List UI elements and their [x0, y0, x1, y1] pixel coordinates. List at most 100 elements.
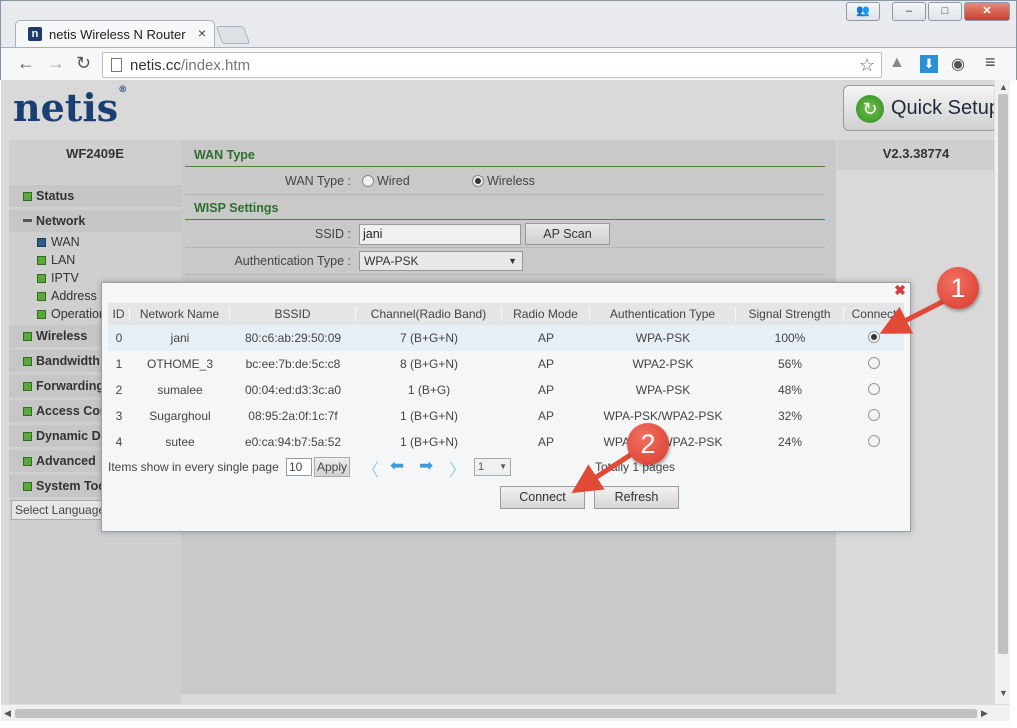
cell-channel: 1 (B+G+N)	[399, 435, 459, 449]
menu-icon[interactable]: ≡	[985, 52, 996, 73]
scrollbar-thumb[interactable]	[15, 709, 977, 718]
cell-radio-mode: AP	[537, 383, 554, 397]
quick-setup-label: Quick Setup	[891, 97, 994, 119]
cell-connect	[844, 435, 904, 450]
forward-arrow-icon[interactable]: →	[47, 53, 65, 74]
cell-bssid: bc:ee:7b:de:5c:c8	[245, 357, 341, 371]
address-bar[interactable]: netis.cc/index.htm ☆	[102, 52, 882, 78]
wan-type-section-title: WAN Type	[185, 145, 825, 167]
connect-button[interactable]: Connect	[500, 486, 585, 509]
ssid-row: SSID : jani AP Scan	[185, 221, 825, 248]
table-row[interactable]: 3 Sugarghoul 08:95:2a:0f:1c:7f 1 (B+G+N) AP W…	[108, 403, 904, 429]
column-header-network-name: Network Name	[130, 307, 230, 321]
connect-radio[interactable]	[868, 409, 880, 421]
expand-icon	[23, 382, 32, 391]
expand-icon	[23, 482, 32, 491]
wan-type-label: WAN Type :	[285, 174, 351, 188]
column-header-auth-type: Authentication Type	[590, 307, 736, 321]
horizontal-scrollbar[interactable]: ◀ ▶	[1, 704, 1010, 721]
column-header-signal: Signal Strength	[736, 307, 844, 321]
first-page-icon[interactable]: 〈	[362, 456, 379, 481]
connect-radio[interactable]	[868, 435, 880, 447]
cell-radio-mode: AP	[537, 357, 554, 371]
cell-radio-mode: AP	[537, 435, 554, 449]
close-window-button[interactable]: ✕	[964, 2, 1010, 21]
vertical-scrollbar[interactable]: ▲ ▼	[994, 80, 1010, 704]
column-header-bssid: BSSID	[230, 307, 356, 321]
table-row[interactable]: 1 OTHOME_3 bc:ee:7b:de:5c:c8 8 (B+G+N) AP WPA…	[108, 351, 904, 377]
browser-tab[interactable]: n netis Wireless N Router ×	[15, 20, 215, 47]
ssid-input[interactable]: jani	[359, 224, 521, 245]
sidebar-item-network[interactable]: Network	[9, 210, 181, 232]
sidebar-subitem-wan[interactable]: WAN	[37, 234, 80, 250]
last-page-icon[interactable]: 〉	[449, 456, 466, 481]
table-row[interactable]: 2 sumalee 00:04:ed:d3:3c:a0 1 (B+G) AP WPA-PS…	[108, 377, 904, 403]
column-header-connect: Connect	[851, 307, 897, 321]
column-header-id: ID	[108, 307, 130, 321]
cell-auth-type: WPA-PSK/WPA2-PSK	[603, 409, 723, 423]
quick-setup-button[interactable]: ↻ Quick Setup	[843, 85, 994, 131]
minimize-button[interactable]: –	[892, 2, 926, 21]
cell-id: 4	[115, 435, 123, 449]
page-icon	[111, 58, 122, 72]
tab-close-icon[interactable]: ×	[198, 25, 206, 41]
window-controls: 👥 – □ ✕	[846, 2, 1010, 21]
auth-type-select[interactable]: WPA-PSK ▼	[359, 251, 523, 271]
cell-radio-mode: AP	[537, 331, 554, 345]
cell-id: 1	[115, 357, 123, 371]
ap-scan-dialog: ✖ ID Network Name BSSID Channel(Radio Ba…	[101, 282, 911, 532]
scroll-left-icon[interactable]: ◀	[4, 708, 11, 719]
scroll-right-icon[interactable]: ▶	[981, 708, 988, 719]
cell-signal: 48%	[777, 383, 803, 397]
sidebar-item-status[interactable]: Status	[9, 185, 181, 207]
bookmark-star-icon[interactable]: ☆	[859, 55, 875, 76]
new-tab-button[interactable]	[215, 26, 251, 44]
browser-toolbar: ← → ↻ netis.cc/index.htm ☆ ▲ ⬇ ◉ ≡	[1, 47, 1016, 81]
cell-network-name: Sugarghoul	[149, 409, 211, 423]
maximize-button[interactable]: □	[928, 2, 962, 21]
back-arrow-icon[interactable]: ←	[17, 53, 35, 74]
url-text: netis.cc/index.htm	[130, 57, 251, 74]
ssid-label: SSID :	[314, 227, 351, 241]
refresh-button[interactable]: Refresh	[594, 486, 679, 509]
table-row[interactable]: 4suteee0:ca:94:b7:5a:521 (B+G+N)APWPA-PS…	[108, 429, 904, 455]
cell-bssid: 00:04:ed:d3:3c:a0	[244, 383, 342, 397]
annotation-callout-2: 2	[627, 423, 669, 465]
firmware-version: V2.3.38774	[837, 140, 994, 170]
apply-button[interactable]: Apply	[314, 457, 350, 477]
cell-bssid: 80:c6:ab:29:50:09	[244, 331, 342, 345]
drive-extension-icon[interactable]: ▲	[889, 54, 905, 72]
prev-page-icon[interactable]: ⬅	[390, 456, 404, 476]
connect-radio[interactable]	[868, 357, 880, 369]
dropdown-caret-icon: ▼	[499, 462, 507, 471]
table-row[interactable]: 0 jani 80:c6:ab:29:50:09 7 (B+G+N) AP WPA-PSK…	[108, 325, 904, 351]
radio-selected-icon	[472, 175, 484, 187]
scroll-down-icon[interactable]: ▼	[999, 688, 1008, 698]
scrollbar-thumb[interactable]	[998, 94, 1008, 654]
scroll-up-icon[interactable]: ▲	[999, 82, 1008, 92]
film-extension-icon[interactable]: ◉	[951, 54, 965, 74]
reload-icon[interactable]: ↻	[76, 53, 91, 74]
cell-network-name: sutee	[165, 435, 195, 449]
total-pages-text: Totally 1 pages	[595, 460, 676, 474]
cell-auth-type: WPA-PSK	[635, 331, 691, 345]
wan-type-wired-option[interactable]: Wired	[362, 174, 410, 188]
items-per-page-input[interactable]: 10	[286, 458, 312, 476]
wan-type-wireless-option[interactable]: Wireless	[472, 174, 535, 188]
download-extension-icon[interactable]: ⬇	[920, 55, 938, 73]
next-page-icon[interactable]: ➡	[419, 456, 433, 476]
ap-scan-button[interactable]: AP Scan	[525, 223, 610, 245]
user-profile-icon[interactable]: 👥	[846, 2, 880, 21]
connect-radio[interactable]	[868, 331, 880, 343]
cell-channel: 8 (B+G+N)	[399, 357, 459, 371]
dropdown-caret-icon: ▼	[508, 256, 517, 266]
page-select[interactable]: 1 ▼	[474, 458, 511, 476]
sidebar-subitem-iptv[interactable]: IPTV	[37, 270, 79, 286]
items-per-page-label: Items show in every single page	[108, 460, 279, 474]
cell-connect	[844, 357, 904, 372]
expand-icon	[23, 457, 32, 466]
sidebar-subitem-lan[interactable]: LAN	[37, 252, 75, 268]
connect-radio[interactable]	[868, 383, 880, 395]
expand-icon	[23, 332, 32, 341]
dialog-close-icon[interactable]: ✖	[893, 283, 907, 297]
